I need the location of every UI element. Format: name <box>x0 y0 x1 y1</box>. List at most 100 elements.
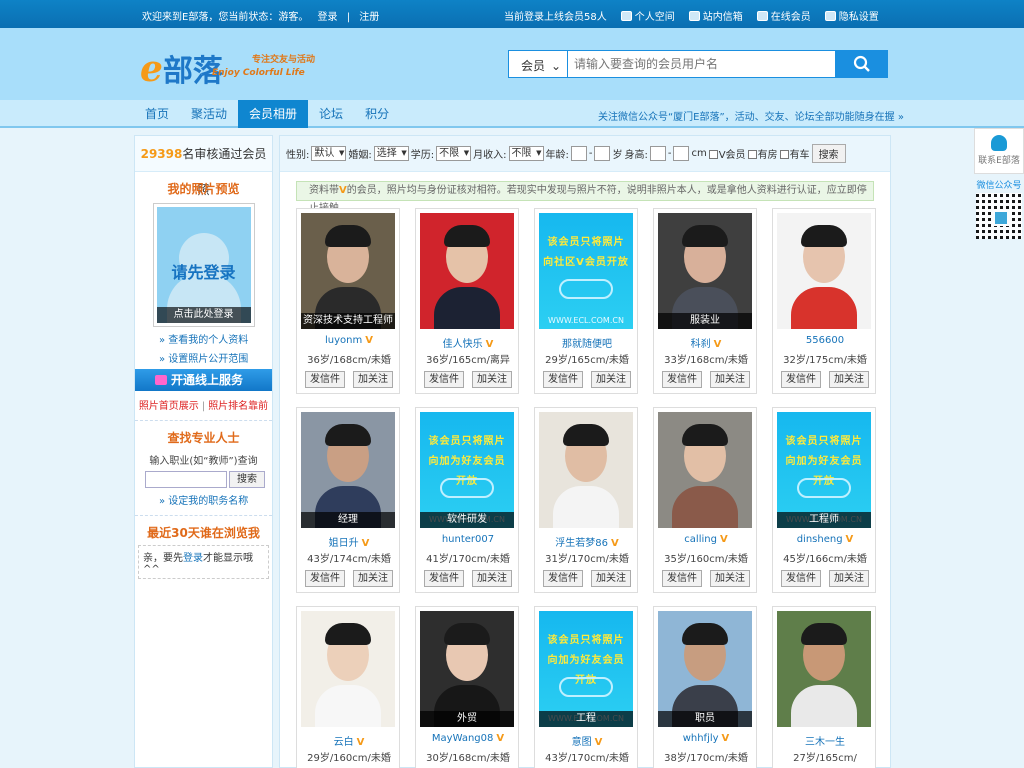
homepage-display-link[interactable]: 照片首页展示 <box>139 401 199 412</box>
profession-search-button[interactable]: 搜索 <box>229 471 265 488</box>
member-photo[interactable]: 该会员只将照片向加为好友会员开放WWW.ECL.COM.CN工程师 <box>777 412 871 528</box>
follow-button[interactable]: 加关注 <box>710 570 750 587</box>
member-photo[interactable]: 资深技术支持工程师 <box>301 213 395 329</box>
member-photo[interactable] <box>777 611 871 727</box>
member-photo[interactable]: 职员 <box>658 611 752 727</box>
person-hair <box>325 225 371 247</box>
send-message-button[interactable]: 发信件 <box>543 570 583 587</box>
follow-button[interactable]: 加关注 <box>353 371 393 388</box>
follow-button[interactable]: 加关注 <box>472 371 512 388</box>
ranking-link[interactable]: 照片排名靠前 <box>208 401 268 412</box>
welcome-text: 欢迎来到E部落，您当前状态：游客。 <box>142 12 309 23</box>
qq-contact-button[interactable]: 联系E部落 <box>974 128 1024 174</box>
member-name-link[interactable]: 科刹 <box>691 339 711 350</box>
send-message-button[interactable]: 发信件 <box>662 570 702 587</box>
locked-photo-text: 该会员只将照片向社区V会员开放 <box>543 237 629 268</box>
send-message-button[interactable]: 发信件 <box>424 570 464 587</box>
personal-space-link[interactable]: 个人空间 <box>620 8 675 23</box>
member-photo[interactable] <box>420 213 514 329</box>
send-message-button[interactable]: 发信件 <box>781 570 821 587</box>
member-photo[interactable]: 服装业 <box>658 213 752 329</box>
member-name-link[interactable]: 意图 <box>572 737 592 748</box>
login-link[interactable]: 登录 <box>318 12 338 23</box>
photo-preview-title: 我的照片预览 <box>167 182 240 196</box>
click-login-caption[interactable]: 点击此处登录 <box>156 307 251 323</box>
member-name-link[interactable]: 云白 <box>334 737 354 748</box>
profession-input[interactable] <box>145 471 227 488</box>
online-service-button[interactable]: 开通线上服务 <box>135 369 272 391</box>
member-name-link[interactable]: 那就随便吧 <box>562 339 612 350</box>
member-photo[interactable] <box>539 412 633 528</box>
privacy-settings-link[interactable]: 隐私设置 <box>824 8 879 23</box>
nav-item[interactable]: 论坛 <box>308 100 354 128</box>
car-checkbox[interactable]: 有车 <box>779 146 810 161</box>
member-name-link[interactable]: dinsheng <box>797 534 843 545</box>
nav-item[interactable]: 积分 <box>354 100 400 128</box>
view-profile-link[interactable]: » 查看我的个人资料 <box>135 331 272 346</box>
follow-button[interactable]: 加关注 <box>829 570 869 587</box>
inbox-link[interactable]: 站内信箱 <box>688 8 743 23</box>
age-min-input[interactable] <box>570 146 587 161</box>
member-photo[interactable] <box>777 213 871 329</box>
wechat-notice[interactable]: 关注微信公众号“厦门E部落”，活动、交友、论坛全部功能随身在握 » <box>598 108 904 123</box>
online-members-link[interactable]: 在线会员 <box>756 8 811 23</box>
member-photo[interactable]: 经理 <box>301 412 395 528</box>
house-checkbox[interactable]: 有房 <box>747 146 778 161</box>
nav-item[interactable]: 会员相册 <box>238 100 309 128</box>
online-count: 当前登录上线会员58人 <box>504 12 607 23</box>
member-photo[interactable]: 该会员只将照片向加为好友会员开放WWW.ECL.COM.CN软件研发 <box>420 412 514 528</box>
site-logo[interactable]: e部落 专注交友与活动 Enjoy Colorful Life <box>140 46 315 90</box>
member-photo[interactable] <box>301 611 395 727</box>
member-name-link[interactable]: 佳人快乐 <box>443 339 483 350</box>
search-type-select[interactable]: 会员 <box>508 50 568 78</box>
occupation-caption: 工程 <box>539 711 633 727</box>
member-photo[interactable] <box>658 412 752 528</box>
nav-item[interactable]: 聚活动 <box>180 100 238 128</box>
member-name-link[interactable]: 姐日升 <box>329 538 359 549</box>
member-name-link[interactable]: 三木一生 <box>805 737 845 748</box>
search-input[interactable] <box>568 50 836 78</box>
photo-visibility-link[interactable]: » 设置照片公开范围 <box>135 350 272 365</box>
vip-checkbox[interactable]: V会员 <box>708 146 746 161</box>
member-info: 35岁/160cm/未婚 <box>664 554 748 565</box>
member-card: 服装业 科刹 V 33岁/168cm/未婚 发信件 加关注 <box>653 208 757 394</box>
send-message-button[interactable]: 发信件 <box>543 371 583 388</box>
person-body <box>553 486 619 528</box>
education-select[interactable]: 不限 <box>436 146 472 161</box>
member-photo[interactable]: 该会员只将照片向社区V会员开放 WWW.ECL.COM.CN <box>539 213 633 329</box>
member-name-link[interactable]: 浮生若梦86 <box>555 538 608 549</box>
follow-button[interactable]: 加关注 <box>710 371 750 388</box>
send-message-button[interactable]: 发信件 <box>781 371 821 388</box>
member-name-link[interactable]: calling <box>684 534 717 545</box>
set-job-title-link[interactable]: » 设定我的职务名称 <box>135 492 272 507</box>
recent-login-link[interactable]: 登录 <box>183 553 203 564</box>
member-photo[interactable]: 该会员只将照片向加为好友会员开放WWW.ECL.COM.CN工程 <box>539 611 633 727</box>
search-button[interactable] <box>836 50 888 78</box>
member-photo[interactable]: 外贸 <box>420 611 514 727</box>
follow-button[interactable]: 加关注 <box>591 371 631 388</box>
send-message-button[interactable]: 发信件 <box>662 371 702 388</box>
follow-button[interactable]: 加关注 <box>829 371 869 388</box>
gender-select[interactable]: 默认 <box>311 146 347 161</box>
my-photo-preview[interactable]: 请先登录 点击此处登录 <box>152 203 255 327</box>
send-message-button[interactable]: 发信件 <box>305 570 345 587</box>
age-max-input[interactable] <box>594 146 611 161</box>
send-message-button[interactable]: 发信件 <box>424 371 464 388</box>
income-select[interactable]: 不限 <box>508 146 544 161</box>
send-message-button[interactable]: 发信件 <box>305 371 345 388</box>
register-link[interactable]: 注册 <box>359 12 379 23</box>
member-name-link[interactable]: hunter007 <box>442 534 494 545</box>
member-name-link[interactable]: luyonm <box>325 335 362 346</box>
filter-search-button[interactable]: 搜索 <box>811 144 846 163</box>
follow-button[interactable]: 加关注 <box>591 570 631 587</box>
height-min-input[interactable] <box>649 146 666 161</box>
nav-item[interactable]: 首页 <box>134 100 180 128</box>
height-max-input[interactable] <box>673 146 690 161</box>
member-name-link[interactable]: 556600 <box>806 335 844 346</box>
member-name-link[interactable]: whhfjly <box>683 733 719 744</box>
follow-button[interactable]: 加关注 <box>353 570 393 587</box>
marriage-select[interactable]: 选择 <box>373 146 409 161</box>
follow-button[interactable]: 加关注 <box>472 570 512 587</box>
recent-visitors-box: 亲，要先登录才能显示哦^^ <box>138 545 269 579</box>
member-name-link[interactable]: MayWang08 <box>432 733 493 744</box>
